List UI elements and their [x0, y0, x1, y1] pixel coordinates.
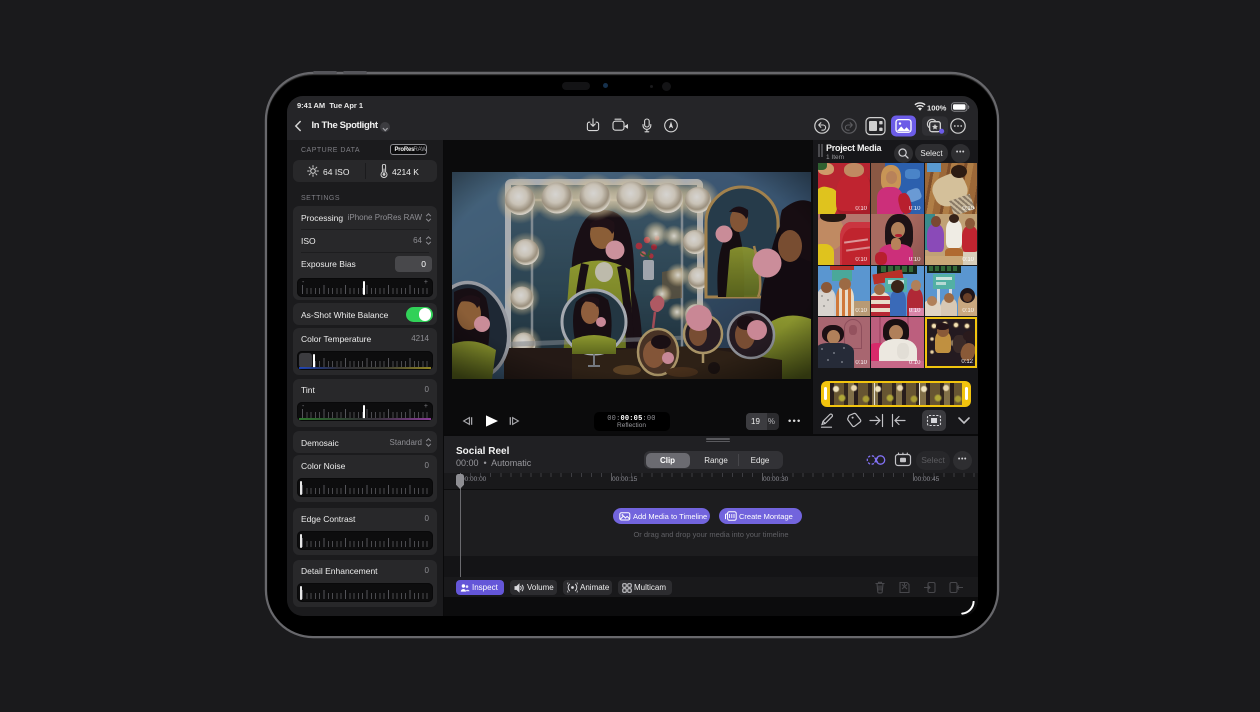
svg-text:100%: 100%: [927, 103, 947, 112]
